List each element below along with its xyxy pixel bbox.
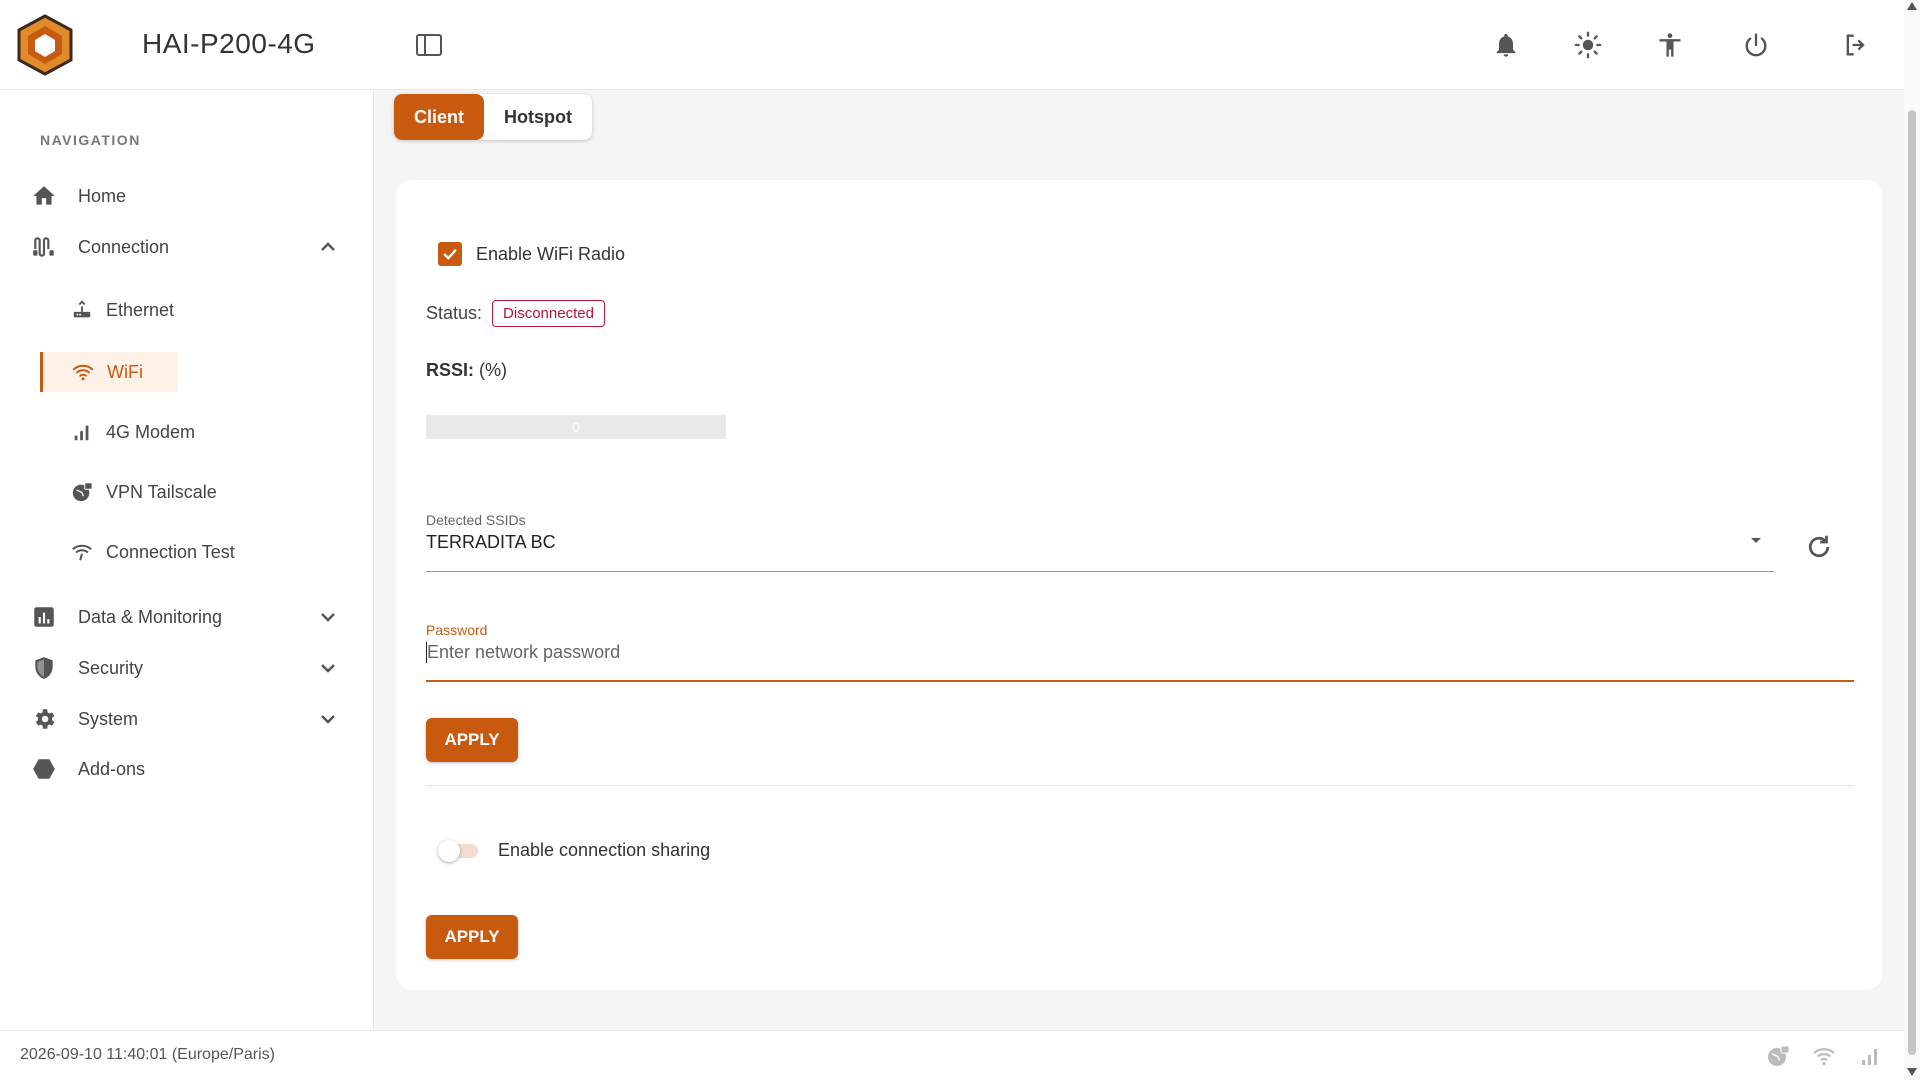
- sidebar-item-ethernet[interactable]: Ethernet: [70, 290, 320, 330]
- sidebar-item-connection-test[interactable]: Connection Test: [70, 532, 320, 572]
- sidebar-item-label: 4G Modem: [106, 421, 196, 442]
- logout-icon[interactable]: [1842, 31, 1870, 59]
- footer-datetime: 2026-09-10 11:40:01 (Europe/Paris): [20, 1046, 275, 1063]
- nav-heading: NAVIGATION: [40, 132, 141, 148]
- status-row: Status: Disconnected: [426, 300, 605, 327]
- scroll-thumb[interactable]: [1908, 110, 1916, 1055]
- sidebar-item-label: VPN Tailscale: [106, 481, 217, 502]
- tab-hotspot[interactable]: Hotspot: [484, 94, 592, 140]
- router-icon: [70, 298, 94, 322]
- sidebar-item-4g-modem[interactable]: 4G Modem: [70, 412, 320, 452]
- connection-sharing-row: Enable connection sharing: [438, 838, 710, 862]
- sidebar-toggle-icon[interactable]: [415, 31, 443, 59]
- sidebar-item-label: Add-ons: [78, 758, 146, 779]
- accessibility-icon[interactable]: [1656, 31, 1684, 59]
- scroll-up-arrow-icon[interactable]: [1907, 2, 1917, 10]
- connection-icon: [30, 233, 58, 261]
- home-icon: [30, 182, 58, 210]
- sidebar-item-label: Security: [78, 657, 144, 678]
- status-label: Status:: [426, 303, 483, 323]
- toggle-thumb: [438, 840, 460, 862]
- sidebar-item-connection[interactable]: Connection: [30, 227, 340, 267]
- checkmark-icon: [443, 249, 457, 260]
- enable-wifi-checkbox[interactable]: [438, 242, 462, 266]
- sidebar-item-data-monitoring[interactable]: Data & Monitoring: [30, 597, 340, 637]
- chart-icon: [30, 603, 58, 631]
- sidebar-item-label: Data & Monitoring: [78, 606, 223, 627]
- rssi-unit: (%): [479, 360, 508, 380]
- sidebar-item-label: Connection: [78, 236, 170, 257]
- apply-sharing-button[interactable]: APPLY: [426, 915, 518, 959]
- wifi-status-icon: [1812, 1044, 1836, 1068]
- scroll-down-arrow-icon[interactable]: [1907, 1068, 1917, 1076]
- connection-sharing-label: Enable connection sharing: [498, 839, 711, 860]
- sidebar-item-label: System: [78, 708, 139, 729]
- vpn-globe-icon: [70, 480, 94, 504]
- signal-bars-icon: [70, 420, 94, 444]
- vpn-status-icon: [1766, 1044, 1790, 1068]
- sidebar-item-vpn-tailscale[interactable]: VPN Tailscale: [70, 472, 320, 512]
- sidebar-item-wifi[interactable]: WiFi: [40, 352, 178, 392]
- apply-wifi-button[interactable]: APPLY: [426, 718, 518, 762]
- enable-wifi-label: Enable WiFi Radio: [476, 243, 626, 264]
- rssi-value: 0: [572, 419, 580, 435]
- rssi-row: RSSI: (%): [426, 360, 507, 381]
- section-divider: [426, 785, 1854, 786]
- mode-tabs: Client Hotspot: [394, 94, 592, 140]
- cellular-status-icon: [1858, 1044, 1882, 1068]
- password-input[interactable]: [426, 642, 1854, 663]
- sidebar-item-system[interactable]: System: [30, 699, 340, 739]
- password-label: Password: [426, 622, 488, 638]
- tab-client[interactable]: Client: [394, 94, 485, 140]
- ssid-label: Detected SSIDs: [426, 512, 526, 528]
- sidebar-item-label: Ethernet: [106, 299, 175, 320]
- rssi-label: RSSI:: [426, 360, 475, 380]
- sidebar: NAVIGATION Home Connection Ethernet WiFi…: [0, 90, 374, 1030]
- ssid-select[interactable]: Detected SSIDs TERRADITA BC: [426, 512, 1774, 572]
- refresh-icon[interactable]: [1804, 532, 1834, 562]
- sidebar-item-security[interactable]: Security: [30, 648, 340, 688]
- sidebar-item-home[interactable]: Home: [30, 176, 340, 216]
- notifications-icon[interactable]: [1492, 31, 1520, 59]
- rssi-progress-bar: 0: [426, 415, 726, 439]
- chevron-up-icon: [316, 235, 340, 259]
- chevron-down-icon: [316, 605, 340, 629]
- dropdown-arrow-icon: [1746, 530, 1766, 550]
- wifi-client-card: Enable WiFi Radio Status: Disconnected R…: [396, 180, 1882, 990]
- hexagon-icon: [30, 755, 58, 783]
- sidebar-item-label: Connection Test: [106, 541, 235, 562]
- sidebar-item-label: WiFi: [107, 361, 143, 382]
- status-footer: 2026-09-10 11:40:01 (Europe/Paris): [0, 1030, 1904, 1080]
- sidebar-item-label: Home: [78, 185, 127, 206]
- power-icon[interactable]: [1742, 31, 1770, 59]
- hexagon-logo-icon[interactable]: [16, 14, 74, 76]
- password-field: Password: [426, 622, 1854, 682]
- wifi-test-icon: [70, 540, 94, 564]
- device-title: HAI-P200-4G: [142, 28, 316, 59]
- wifi-icon: [71, 360, 95, 384]
- gear-icon: [30, 705, 58, 733]
- chevron-down-icon: [316, 656, 340, 680]
- status-badge: Disconnected: [492, 300, 605, 327]
- ssid-value: TERRADITA BC: [426, 532, 556, 552]
- top-app-bar: HAI-P200-4G: [0, 0, 1904, 90]
- chevron-down-icon: [316, 707, 340, 731]
- sidebar-item-add-ons[interactable]: Add-ons: [30, 749, 340, 789]
- enable-wifi-row: Enable WiFi Radio: [438, 242, 625, 266]
- connection-sharing-toggle[interactable]: [438, 838, 478, 862]
- theme-brightness-icon[interactable]: [1574, 31, 1602, 59]
- page-scrollbar[interactable]: [1904, 0, 1920, 1080]
- shield-icon: [30, 654, 58, 682]
